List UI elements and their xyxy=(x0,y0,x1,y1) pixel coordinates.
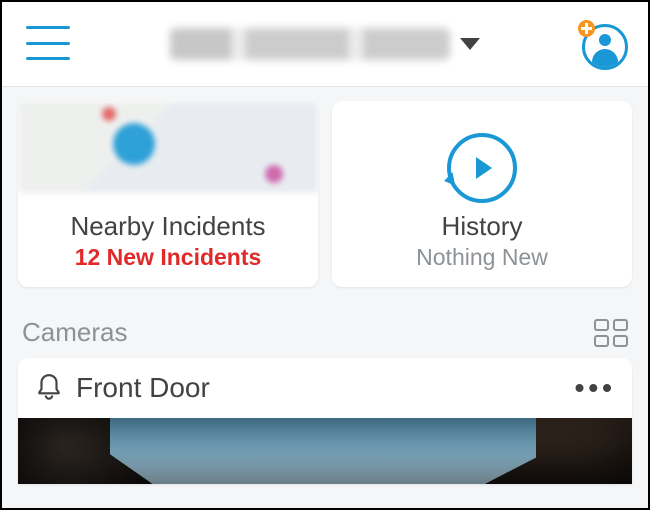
nearby-incidents-subtitle: 12 New Incidents xyxy=(75,244,262,271)
camera-live-preview[interactable] xyxy=(18,418,632,484)
location-name-redacted xyxy=(170,28,450,60)
neighbors-account-button[interactable] xyxy=(582,24,628,70)
app-header xyxy=(2,2,648,87)
menu-hamburger-icon[interactable] xyxy=(26,26,70,60)
nearby-incidents-title: Nearby Incidents xyxy=(70,211,265,242)
location-selector[interactable] xyxy=(170,28,480,60)
doorbell-icon xyxy=(36,373,62,403)
dashboard-content: Nearby Incidents 12 New Incidents Histor… xyxy=(2,87,648,509)
history-card[interactable]: History Nothing New xyxy=(332,101,632,287)
map-thumbnail xyxy=(18,101,318,193)
plus-badge-icon xyxy=(578,20,595,37)
history-title: History xyxy=(442,211,523,242)
camera-name-label: Front Door xyxy=(76,372,210,404)
history-subtitle: Nothing New xyxy=(416,244,548,271)
nearby-incidents-card[interactable]: Nearby Incidents 12 New Incidents xyxy=(18,101,318,287)
camera-more-icon[interactable]: ••• xyxy=(575,372,616,404)
cameras-section-title: Cameras xyxy=(22,317,127,348)
grid-view-icon[interactable] xyxy=(594,319,628,347)
history-replay-icon xyxy=(447,133,517,203)
camera-card[interactable]: Front Door ••• xyxy=(18,358,632,484)
chevron-down-icon xyxy=(460,38,480,50)
